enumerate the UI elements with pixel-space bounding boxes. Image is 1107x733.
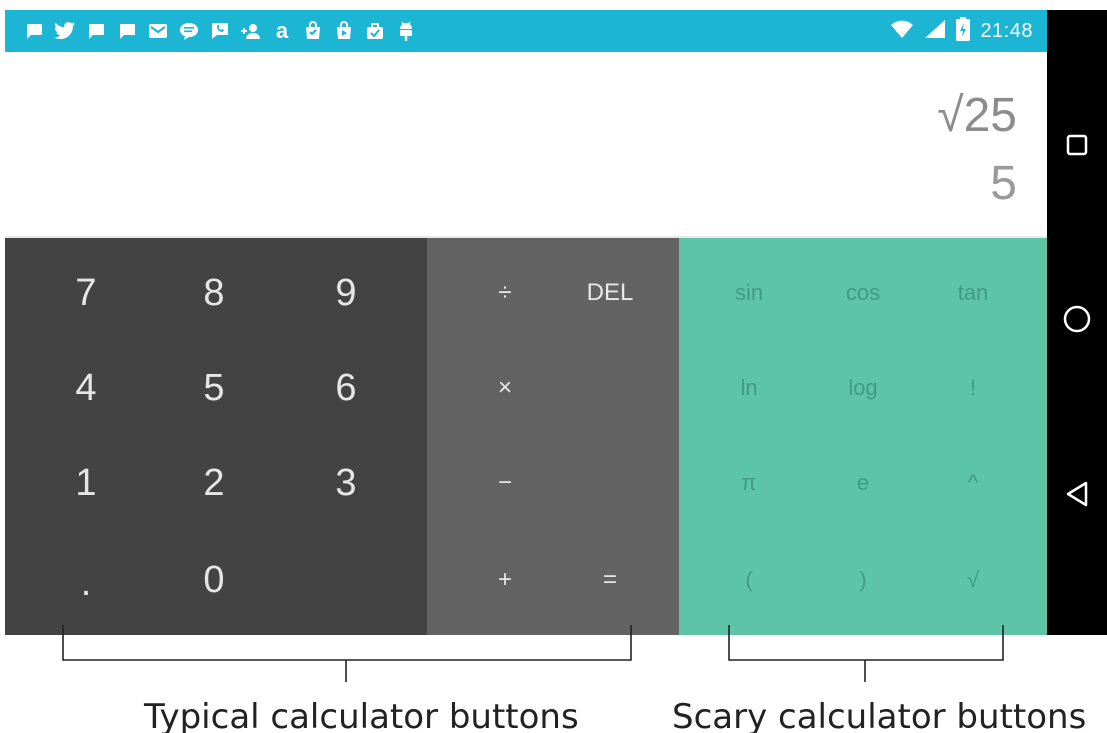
key-decimal[interactable]: . [26,543,146,623]
person-add-icon [240,20,262,42]
key-ln[interactable]: ln [689,348,809,428]
status-time: 21:48 [980,19,1033,42]
notification-icons: a [23,10,417,52]
callouts: Typical calculator buttons Scary calcula… [0,620,1107,733]
key-9[interactable]: 9 [286,253,406,333]
phone-screen: a 21:48 √25 5 7 8 9 4 5 6 1 2 3 . 0 ÷ DE… [5,10,1047,635]
key-2[interactable]: 2 [154,443,274,523]
expression-field[interactable]: √25 [937,88,1017,143]
android-icon [395,20,417,42]
key-sin[interactable]: sin [689,253,809,333]
key-cos[interactable]: cos [803,253,923,333]
key-8[interactable]: 8 [154,253,274,333]
twitter-icon [54,20,76,42]
key-6[interactable]: 6 [286,348,406,428]
key-0[interactable]: 0 [154,540,274,620]
store-icon [333,20,355,42]
signal-icon [924,19,946,44]
key-3[interactable]: 3 [286,443,406,523]
key-power[interactable]: ^ [913,443,1033,523]
message-icon [23,20,45,42]
key-open-paren[interactable]: ( [689,540,809,620]
recent-apps-button[interactable] [1047,117,1107,177]
number-pad: 7 8 9 4 5 6 1 2 3 . 0 [5,238,427,635]
advanced-pad: sin cos tan ln log ! π e ^ ( ) √ [679,238,1047,635]
typical-buttons-caption: Typical calculator buttons [144,697,579,733]
scary-buttons-caption: Scary calculator buttons [672,697,1087,733]
key-add[interactable]: + [445,540,565,620]
operator-pad: ÷ DEL × − + = [427,238,679,635]
key-1[interactable]: 1 [26,443,146,523]
message-icon [116,20,138,42]
key-factorial[interactable]: ! [913,348,1033,428]
result-field: 5 [990,157,1017,210]
key-multiply[interactable]: × [445,348,565,428]
key-sqrt[interactable]: √ [913,540,1033,620]
key-close-paren[interactable]: ) [803,540,923,620]
wifi-icon [890,19,914,44]
key-5[interactable]: 5 [154,348,274,428]
figure: a 21:48 √25 5 7 8 9 4 5 6 1 2 3 . 0 ÷ DE… [0,0,1107,733]
battery-charging-icon [956,16,971,46]
key-7[interactable]: 7 [26,253,146,333]
recent-apps-icon [1066,134,1088,161]
key-4[interactable]: 4 [26,348,146,428]
status-indicators: 21:48 [890,10,1033,52]
message-icon [85,20,107,42]
back-button[interactable] [1047,466,1107,526]
navigation-bar [1047,10,1107,635]
home-button[interactable] [1047,291,1107,351]
chat-icon [178,20,200,42]
status-bar: a 21:48 [5,10,1047,52]
key-log[interactable]: log [803,348,923,428]
key-delete[interactable]: DEL [550,253,670,333]
briefcase-icon [364,20,386,42]
key-subtract[interactable]: − [445,443,565,523]
phone-icon [209,20,231,42]
key-pi[interactable]: π [689,443,809,523]
amazon-icon: a [275,18,289,43]
calculator-display: √25 5 [5,52,1047,238]
home-icon [1062,304,1092,339]
key-equals[interactable]: = [550,540,670,620]
mail-icon [147,20,169,42]
key-e[interactable]: e [803,443,923,523]
key-tan[interactable]: tan [913,253,1033,333]
key-divide[interactable]: ÷ [445,253,565,333]
shopping-bag-icon [302,20,324,42]
back-icon [1065,480,1089,513]
